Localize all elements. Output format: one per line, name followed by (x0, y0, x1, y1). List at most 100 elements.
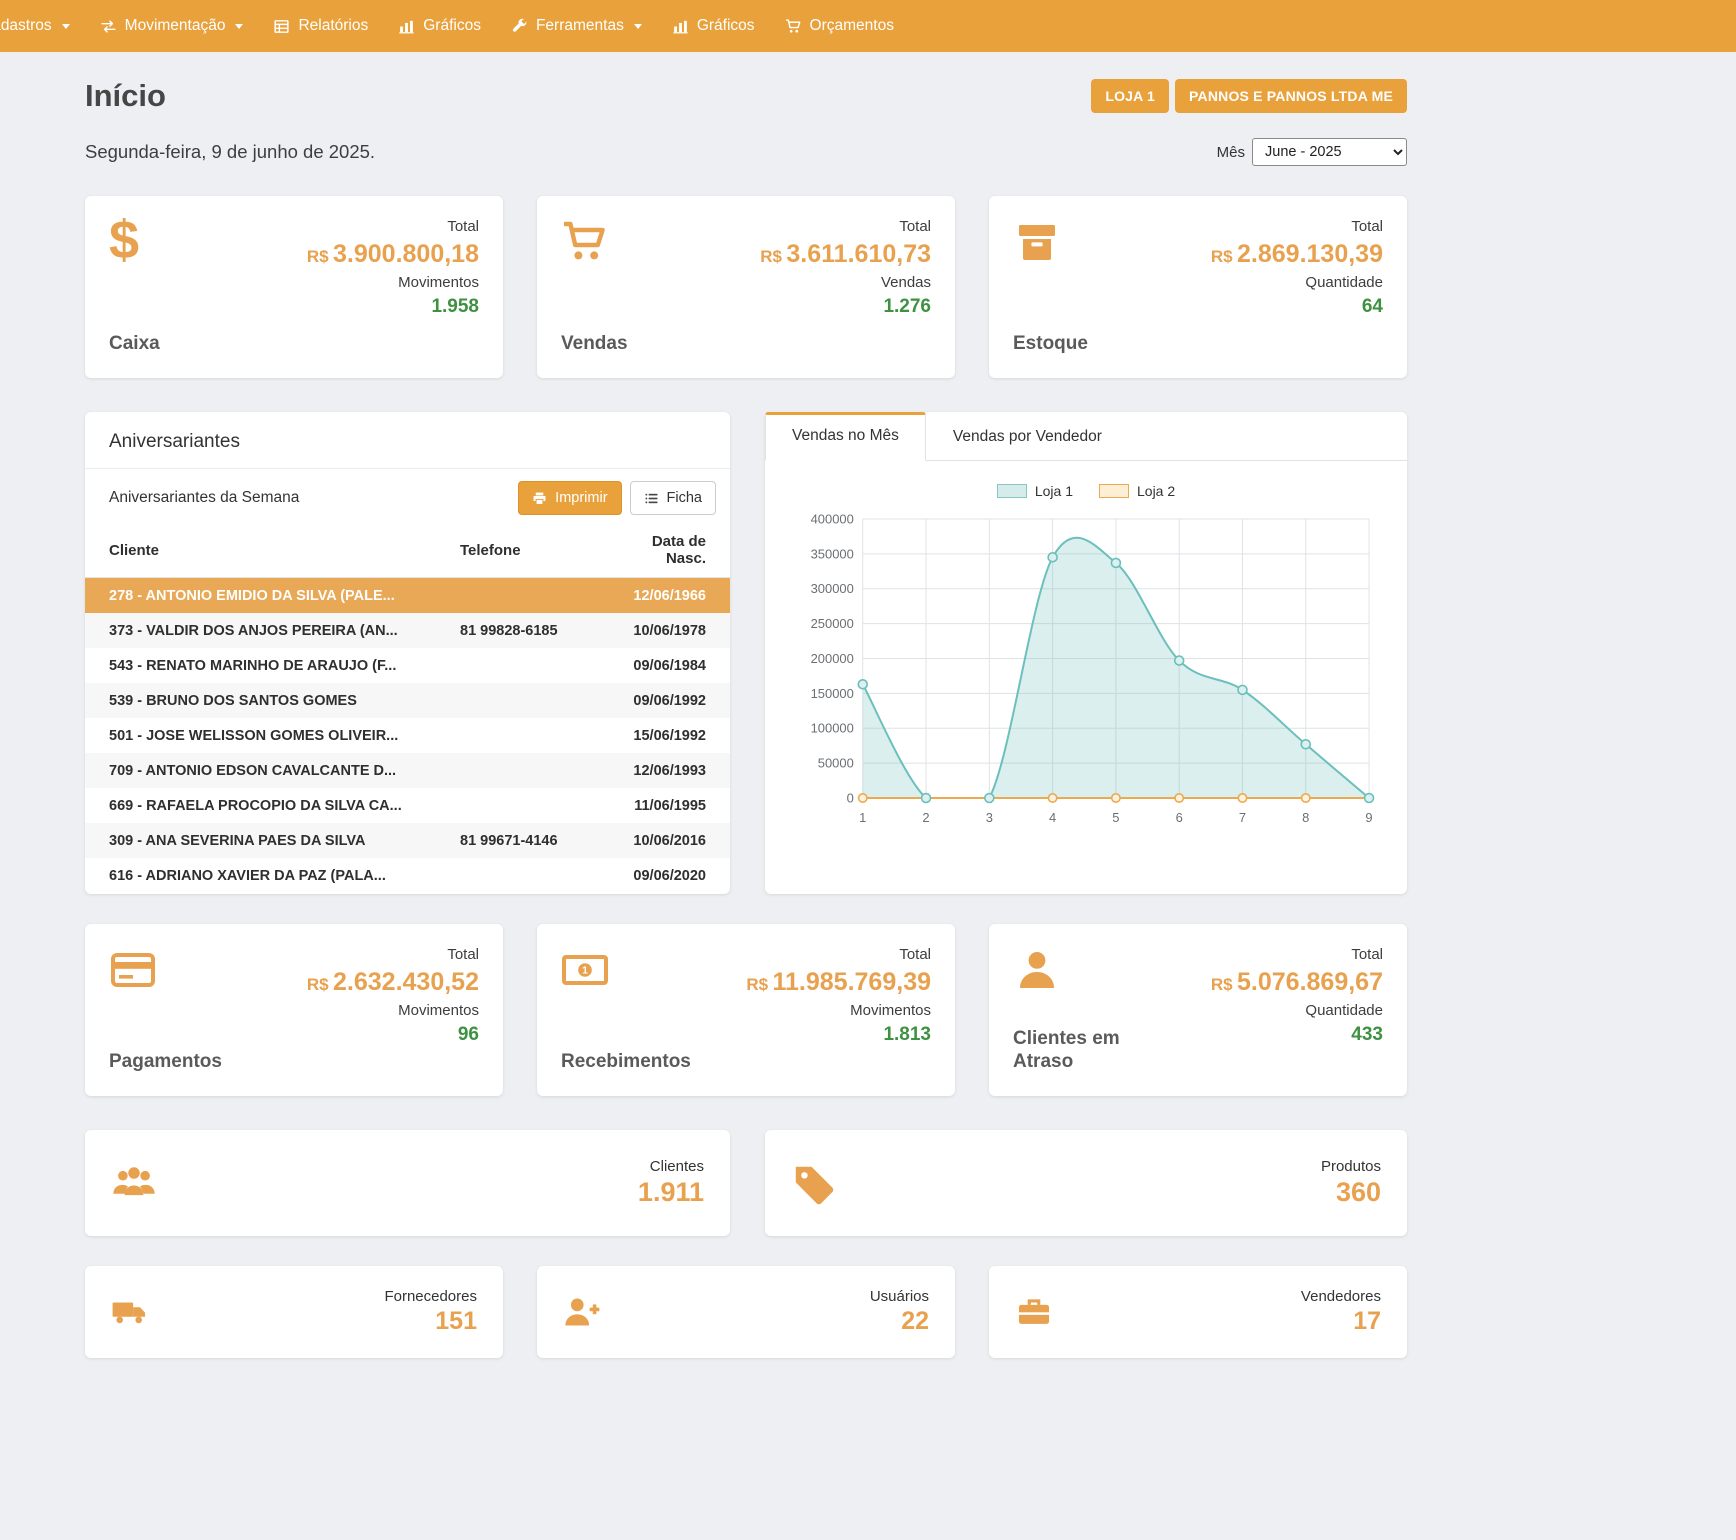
count-label: Movimentos (850, 1002, 931, 1019)
chart-legend: Loja 1 Loja 2 (787, 475, 1385, 505)
table-row[interactable]: 501 - JOSE WELISSON GOMES OLIVEIR... 15/0… (85, 718, 730, 753)
cell-birthdate: 10/06/2016 (602, 823, 730, 858)
svg-text:100000: 100000 (811, 721, 854, 736)
stat-card-name: Pagamentos (109, 1050, 222, 1074)
month-label: Mês (1217, 144, 1245, 161)
cell-client: 709 - ANTONIO EDSON CAVALCANTE D... (85, 753, 450, 788)
total-value: R$ 5.076.869,67 (1211, 968, 1383, 997)
tab-vendas-por-vendedor[interactable]: Vendas por Vendedor (926, 412, 1129, 461)
count-label: Movimentos (398, 274, 479, 291)
cell-client: 501 - JOSE WELISSON GOMES OLIVEIR... (85, 718, 450, 753)
total-value: R$ 3.900.800,18 (307, 240, 479, 269)
count-value: 1.813 (883, 1024, 931, 1046)
bar-chart-icon (672, 18, 689, 35)
dollar-icon: $ (109, 218, 160, 272)
caixa-card: $ Caixa Total R$ 3.900.800,18 Movimentos… (85, 196, 503, 378)
nav-item-orcamentos[interactable]: Orçamentos (770, 0, 909, 52)
clientes-card: Clientes 1.911 (85, 1130, 730, 1236)
stat-card-name: Estoque (1013, 332, 1088, 356)
svg-text:300000: 300000 (811, 581, 854, 596)
cell-birthdate: 12/06/1993 (602, 753, 730, 788)
svg-text:4: 4 (1049, 810, 1056, 825)
nav-item-graficos-1[interactable]: Gráficos (383, 0, 496, 52)
nav-item-label: Cadastros (0, 17, 52, 35)
count-value: 1.276 (883, 296, 931, 318)
header-badges: LOJA 1 PANNOS E PANNOS LTDA ME (1091, 79, 1407, 113)
birthday-table-body: 278 - ANTONIO EMIDIO DA SILVA (PALE...12… (85, 578, 730, 894)
credit-card-icon (109, 946, 222, 1000)
sales-chart-panel: Vendas no Mês Vendas por Vendedor Loja 1… (765, 412, 1407, 894)
month-picker: Mês June - 2025 (1217, 138, 1407, 166)
column-header-data-nasc: Data de Nasc. (602, 527, 730, 578)
bar-chart-icon (398, 18, 415, 35)
svg-text:5: 5 (1112, 810, 1119, 825)
nav-item-label: Gráficos (697, 17, 755, 35)
legend-swatch-loja1 (997, 484, 1027, 498)
cell-phone (450, 648, 602, 683)
cell-birthdate: 10/06/1978 (602, 613, 730, 648)
nav-item-graficos-2[interactable]: Gráficos (657, 0, 770, 52)
total-label: Total (899, 946, 931, 963)
svg-text:0: 0 (847, 790, 854, 805)
count-card-value: 360 (1336, 1177, 1381, 1208)
table-row[interactable]: 709 - ANTONIO EDSON CAVALCANTE D... 12/06… (85, 753, 730, 788)
legend-item-loja1: Loja 1 (997, 483, 1073, 499)
cell-birthdate: 09/06/2020 (602, 858, 730, 893)
cell-phone: 81 99828-6185 (450, 613, 602, 648)
month-select[interactable]: June - 2025 (1252, 138, 1407, 166)
table-row[interactable]: 278 - ANTONIO EMIDIO DA SILVA (PALE...12… (85, 578, 730, 614)
nav-item-movimentacao[interactable]: Movimentação (85, 0, 259, 52)
ficha-button[interactable]: Ficha (630, 481, 716, 515)
stat-card-name: Vendas (561, 332, 628, 356)
total-label: Total (1351, 946, 1383, 963)
cell-phone (450, 788, 602, 823)
table-row[interactable]: 616 - ADRIANO XAVIER DA PAZ (PALA...09/0… (85, 858, 730, 893)
nav-item-relatorios[interactable]: Relatórios (258, 0, 383, 52)
store-badge[interactable]: LOJA 1 (1091, 79, 1169, 113)
cart-icon (785, 18, 802, 35)
svg-text:9: 9 (1365, 810, 1372, 825)
nav-item-ferramentas[interactable]: Ferramentas (496, 0, 657, 52)
count-card-label: Vendedores (1301, 1288, 1381, 1305)
count-card-label: Fornecedores (384, 1288, 477, 1305)
table-row[interactable]: 309 - ANA SEVERINA PAES DA SILVA81 99671… (85, 823, 730, 858)
page-title: Início (85, 78, 166, 114)
svg-text:6: 6 (1176, 810, 1183, 825)
user-plus-icon (563, 1293, 601, 1331)
cell-client: 539 - BRUNO DOS SANTOS GOMES (85, 683, 450, 718)
total-value: R$ 3.611.610,73 (760, 240, 931, 269)
svg-text:50000: 50000 (818, 756, 854, 771)
fornecedores-card: Fornecedores 151 (85, 1266, 503, 1358)
produtos-card: Produtos 360 (765, 1130, 1407, 1236)
print-button[interactable]: Imprimir (518, 481, 621, 515)
clientes-em-atraso-card: Clientes em Atraso Total R$ 5.076.869,67… (989, 924, 1407, 1096)
svg-text:200000: 200000 (811, 651, 854, 666)
nav-item-cadastros[interactable]: Cadastros (0, 0, 85, 52)
cell-client: 309 - ANA SEVERINA PAES DA SILVA (85, 823, 450, 858)
cell-phone (450, 858, 602, 893)
table-row[interactable]: 543 - RENATO MARINHO DE ARAUJO (F...09/0… (85, 648, 730, 683)
stat-card-name: Caixa (109, 332, 160, 356)
company-badge[interactable]: PANNOS E PANNOS LTDA ME (1175, 79, 1407, 113)
nav-item-label: Orçamentos (810, 17, 894, 35)
vendas-card: Vendas Total R$ 3.611.610,73 Vendas 1.27… (537, 196, 955, 378)
cell-birthdate: 15/06/1992 (602, 718, 730, 753)
cell-phone (450, 718, 602, 753)
recebimentos-card: 1 Recebimentos Total R$ 11.985.769,39 Mo… (537, 924, 955, 1096)
stat-card-name: Recebimentos (561, 1050, 691, 1074)
svg-text:400000: 400000 (811, 511, 854, 526)
table-row[interactable]: 669 - RAFAELA PROCOPIO DA SILVA CA...11/… (85, 788, 730, 823)
tab-vendas-no-mes[interactable]: Vendas no Mês (765, 412, 926, 461)
legend-swatch-loja2 (1099, 484, 1129, 498)
count-value: 96 (458, 1024, 479, 1046)
person-icon (1013, 946, 1163, 1000)
chevron-down-icon (62, 24, 70, 29)
total-label: Total (899, 218, 931, 235)
table-row[interactable]: 539 - BRUNO DOS SANTOS GOMES09/06/1992 (85, 683, 730, 718)
svg-text:8: 8 (1302, 810, 1309, 825)
count-card-label: Usuários (870, 1288, 929, 1305)
table-row[interactable]: 373 - VALDIR DOS ANJOS PEREIRA (AN...81 … (85, 613, 730, 648)
cell-client: 669 - RAFAELA PROCOPIO DA SILVA CA... (85, 788, 450, 823)
count-card-value: 17 (1353, 1307, 1381, 1336)
estoque-card: Estoque Total R$ 2.869.130,39 Quantidade… (989, 196, 1407, 378)
